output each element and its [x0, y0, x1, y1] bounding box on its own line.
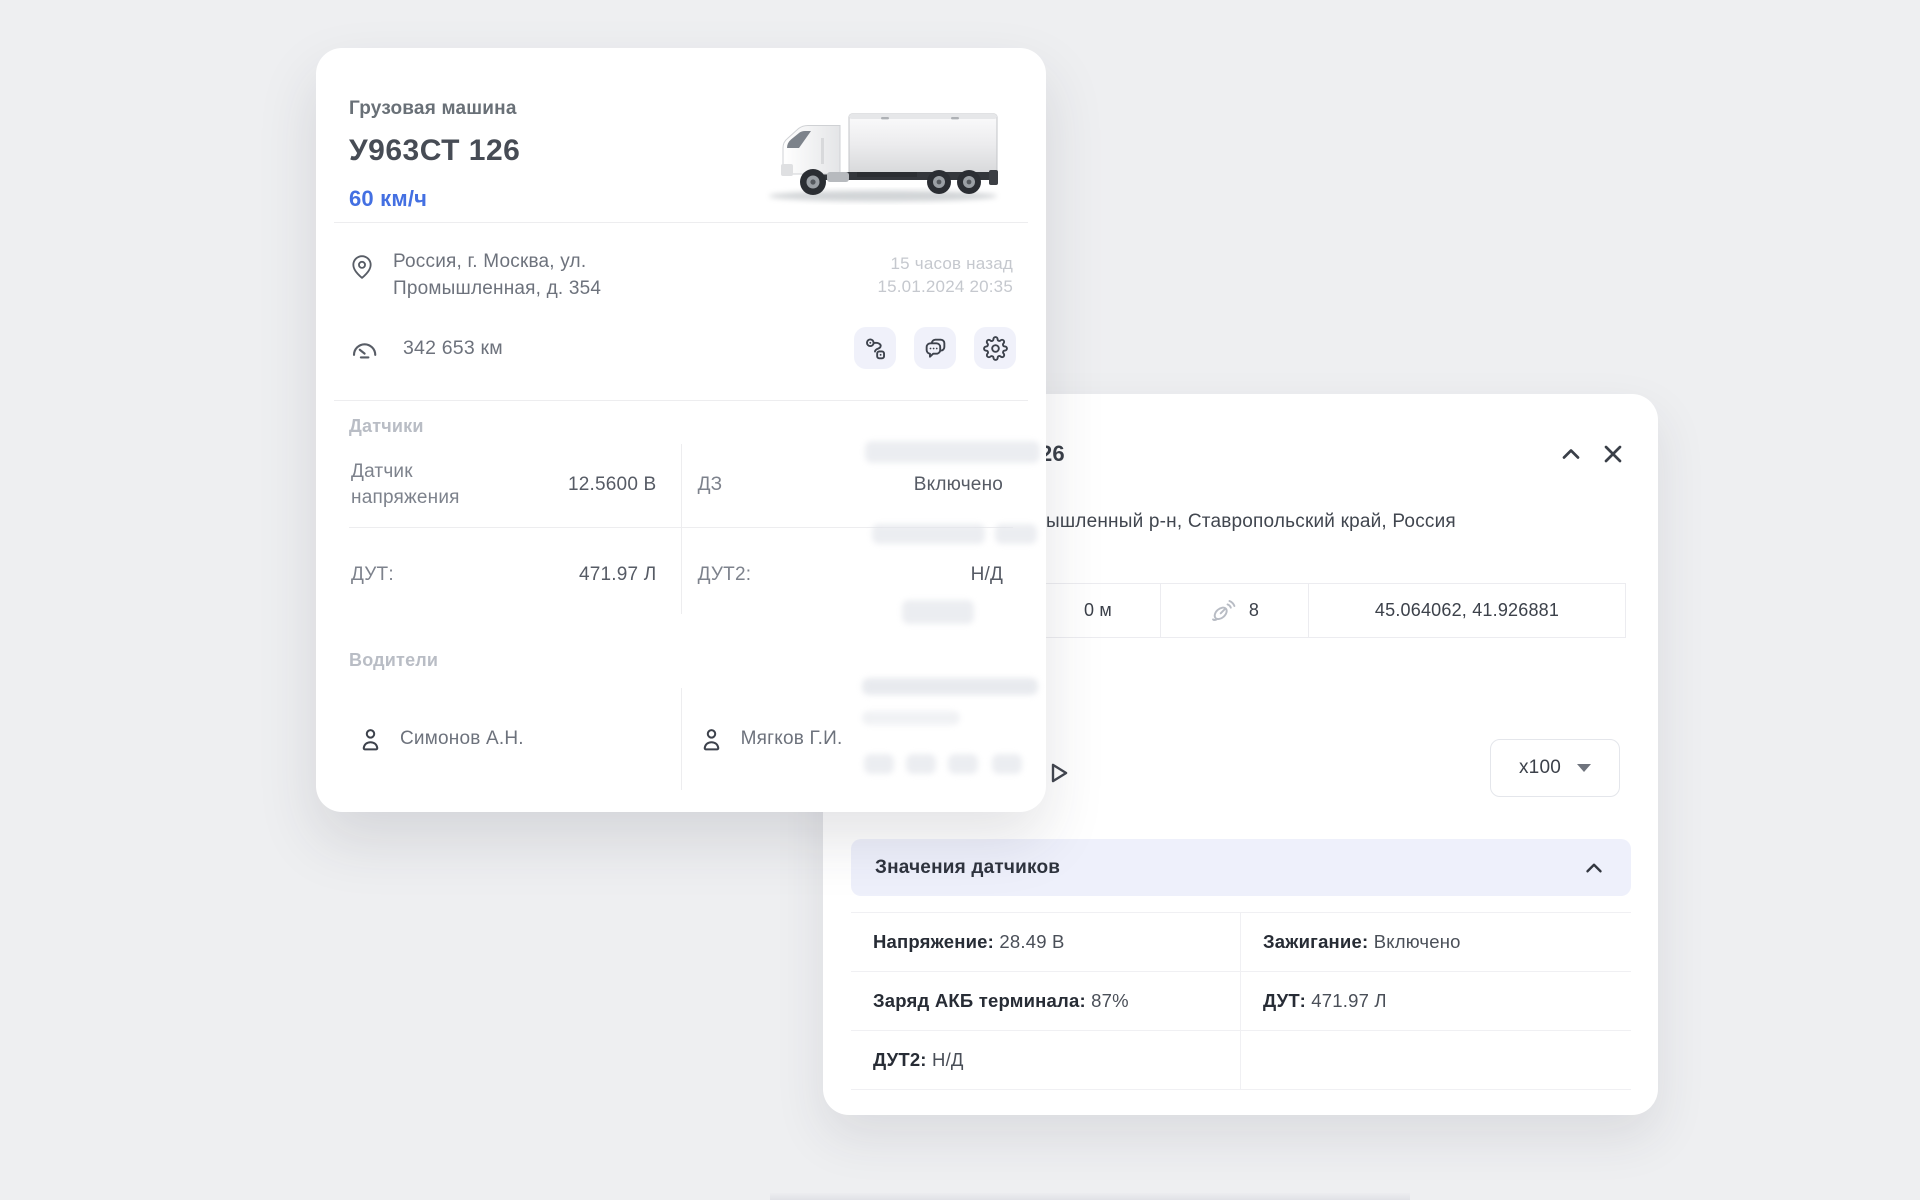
- sensor-item: ДЗ Включено: [698, 442, 1003, 527]
- route-button[interactable]: [854, 327, 896, 369]
- play-button[interactable]: [1043, 756, 1077, 790]
- stat-cell-altitude: 0 м: [1036, 584, 1161, 637]
- last-update-time: 15 часов назад 15.01.2024 20:35: [877, 248, 1013, 302]
- sensors-grid: Датчик напряжения 12.5600 В ДЗ Включено …: [349, 432, 1013, 622]
- truck-image: [761, 108, 1013, 208]
- sensor-values-table: Напряжение: 28.49 В Зажигание: Включено …: [851, 912, 1631, 1090]
- coordinates-value: 45.064062, 41.926881: [1375, 600, 1559, 621]
- settings-button[interactable]: [974, 327, 1016, 369]
- altitude-value: 0 м: [1084, 600, 1112, 621]
- sensor-item: ДУТ: 471.97 Л: [351, 532, 656, 617]
- playback-speed-select[interactable]: x100: [1490, 739, 1620, 797]
- settings-gear-icon: [983, 336, 1008, 361]
- playback-address-fragment: ышленный р-н, Ставропольский край, Росси…: [1046, 511, 1456, 533]
- sensor-value-cell: Заряд АКБ терминала: 87%: [851, 972, 1241, 1030]
- chat-icon: [923, 336, 948, 361]
- sensor-value-cell: ДУТ: 471.97 Л: [1241, 972, 1631, 1030]
- chevron-up-icon: [1581, 855, 1607, 881]
- close-icon: [1599, 440, 1627, 468]
- playback-speed-value: x100: [1519, 757, 1561, 779]
- vehicle-type-label: Грузовая машина: [349, 98, 517, 120]
- chevron-up-icon: [1557, 440, 1585, 468]
- driver-item: Мягков Г.И.: [698, 684, 843, 794]
- drivers-grid: Симонов А.Н. Мягков Г.И.: [349, 684, 1013, 794]
- person-icon: [357, 726, 384, 753]
- satellite-icon: [1210, 597, 1237, 624]
- satellites-count: 8: [1249, 600, 1259, 621]
- sensor-item: ДУТ2: Н/Д: [698, 532, 1003, 617]
- screen: 26 ышленный р-н, Ставропольский край, Ро…: [0, 0, 1920, 1200]
- chat-button[interactable]: [914, 327, 956, 369]
- stat-cell-coordinates: 45.064062, 41.926881: [1309, 584, 1625, 637]
- sensor-value-cell: Напряжение: 28.49 В: [851, 913, 1241, 971]
- vehicle-card: Грузовая машина У963СТ 126 60 км/ч: [316, 48, 1046, 812]
- divider: [334, 400, 1028, 401]
- collapse-button[interactable]: [1555, 438, 1587, 470]
- location-pin-icon: [349, 254, 375, 280]
- odometer-icon: [349, 333, 379, 363]
- divider: [334, 222, 1028, 223]
- stat-cell-satellites: 8: [1161, 584, 1309, 637]
- odometer-value: 342 653 км: [403, 337, 503, 360]
- table-row: Напряжение: 28.49 В Зажигание: Включено: [851, 912, 1631, 971]
- driver-name: Симонов А.Н.: [400, 728, 524, 750]
- vehicle-address: Россия, г. Москва, ул. Промышленная, д. …: [393, 248, 601, 302]
- drivers-section-title: Водители: [349, 650, 438, 671]
- vehicle-plate: У963СТ 126: [349, 134, 520, 168]
- chevron-down-icon: [1577, 764, 1591, 772]
- table-row: Заряд АКБ терминала: 87% ДУТ: 471.97 Л: [851, 971, 1631, 1030]
- table-row: ДУТ2: Н/Д: [851, 1030, 1631, 1090]
- sensor-values-title: Значения датчиков: [875, 857, 1060, 879]
- close-button[interactable]: [1597, 438, 1629, 470]
- sensor-value-cell: ДУТ2: Н/Д: [851, 1031, 1241, 1089]
- sensor-item: Датчик напряжения 12.5600 В: [351, 442, 656, 527]
- route-icon: [863, 336, 888, 361]
- play-icon: [1043, 758, 1073, 788]
- driver-item: Симонов А.Н.: [357, 684, 524, 794]
- sensor-values-header[interactable]: Значения датчиков: [851, 839, 1631, 896]
- person-icon: [698, 726, 725, 753]
- sensor-value-cell: [1241, 1031, 1631, 1089]
- bottom-edge-element: [770, 1193, 1410, 1200]
- sensor-value-cell: Зажигание: Включено: [1241, 913, 1631, 971]
- driver-name: Мягков Г.И.: [741, 728, 843, 750]
- vehicle-speed: 60 км/ч: [349, 186, 427, 212]
